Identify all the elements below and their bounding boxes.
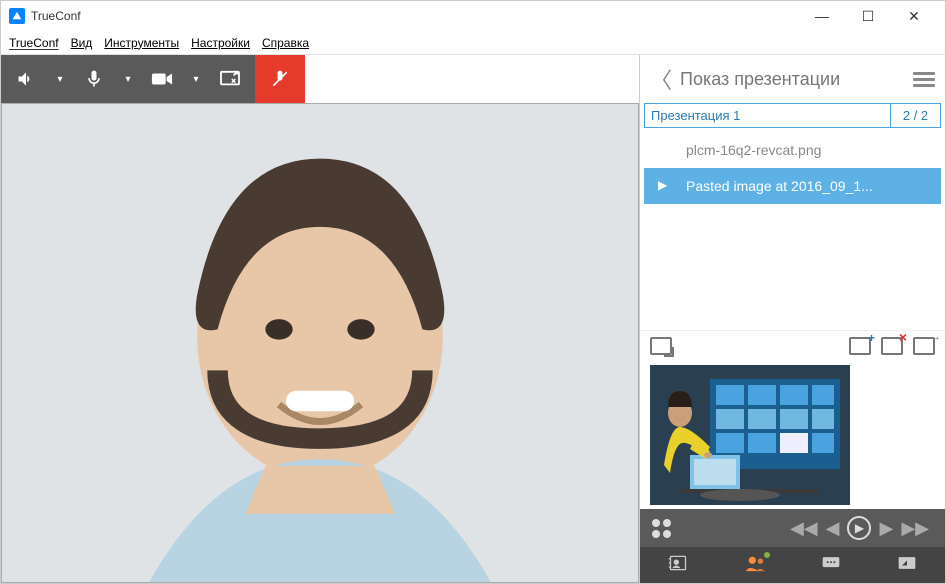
mic-caret[interactable]: ▾: [119, 55, 137, 103]
bottom-tabs: [640, 547, 945, 583]
menu-tools[interactable]: Инструменты: [104, 36, 179, 50]
camera-button[interactable]: [137, 55, 187, 103]
chat-icon: [821, 555, 841, 571]
presentation-selector[interactable]: Презентация 1 2 / 2: [644, 103, 941, 128]
expand-icon[interactable]: [650, 337, 672, 355]
maximize-button[interactable]: ☐: [845, 1, 891, 31]
export-image-icon[interactable]: [913, 337, 935, 355]
presentation-icon: [897, 555, 917, 571]
speaker-caret[interactable]: ▾: [51, 55, 69, 103]
menu-trueconf[interactable]: TrueConf: [9, 36, 59, 50]
share-button[interactable]: [205, 55, 255, 103]
close-button[interactable]: ✕: [891, 1, 937, 31]
preview-toolbar: [640, 330, 945, 361]
content-area: ▾ ▾ ▾: [1, 55, 945, 583]
camera-icon: [151, 71, 173, 87]
prev-slide-button[interactable]: ◀: [826, 518, 840, 539]
last-slide-button[interactable]: ▶▶: [901, 518, 929, 539]
menubar: TrueConf Вид Инструменты Настройки Справ…: [1, 31, 945, 55]
status-dot-icon: [764, 552, 770, 558]
hangup-icon: [270, 69, 290, 89]
presentation-panel: 〈 Показ презентации Презентация 1 2 / 2 …: [639, 55, 945, 583]
back-chevron-icon[interactable]: 〈: [650, 63, 672, 95]
call-toolbar: ▾ ▾ ▾: [1, 55, 639, 103]
menu-help[interactable]: Справка: [262, 36, 309, 50]
list-item[interactable]: Pasted image at 2016_09_1...: [644, 168, 941, 204]
remove-image-icon[interactable]: [881, 337, 903, 355]
playback-bar: ◀◀ ◀ ▶ ▶ ▶▶: [640, 509, 945, 547]
list-item[interactable]: plcm-16q2-revcat.png: [644, 132, 941, 168]
menu-view[interactable]: Вид: [71, 36, 93, 50]
self-video[interactable]: [1, 103, 639, 583]
first-slide-button[interactable]: ◀◀: [790, 518, 818, 539]
slide-preview[interactable]: [650, 365, 850, 505]
panel-header: 〈 Показ презентации: [640, 55, 945, 103]
toolbar-spacer: [305, 55, 639, 103]
tab-presentation[interactable]: [897, 555, 917, 576]
mic-icon: [84, 69, 104, 89]
app-icon: ⛰: [9, 8, 25, 24]
tab-chat[interactable]: [821, 555, 841, 576]
menu-settings[interactable]: Настройки: [191, 36, 250, 50]
slide-counter: 2 / 2: [890, 104, 940, 127]
share-screen-icon: [219, 70, 241, 88]
address-book-icon: [668, 554, 688, 572]
play-button[interactable]: ▶: [847, 516, 871, 540]
file-list: plcm-16q2-revcat.png Pasted image at 201…: [640, 132, 945, 204]
titlebar: ⛰ TrueConf — ☐ ✕: [1, 1, 945, 31]
video-panel: ▾ ▾ ▾: [1, 55, 639, 583]
speaker-button[interactable]: [1, 55, 51, 103]
window-controls: — ☐ ✕: [799, 1, 937, 31]
hangup-button[interactable]: [255, 55, 305, 103]
panel-title: Показ презентации: [680, 69, 905, 90]
tab-participants[interactable]: [744, 554, 766, 577]
panel-menu-icon[interactable]: [913, 69, 935, 90]
speaker-icon: [16, 69, 36, 89]
next-slide-button[interactable]: ▶: [879, 518, 893, 539]
presentation-name: Презентация 1: [645, 104, 890, 127]
add-image-icon[interactable]: [849, 337, 871, 355]
camera-caret[interactable]: ▾: [187, 55, 205, 103]
minimize-button[interactable]: —: [799, 1, 845, 31]
video-area: [1, 103, 639, 583]
participants-icon: [744, 554, 766, 572]
mic-button[interactable]: [69, 55, 119, 103]
window-title: TrueConf: [31, 9, 799, 23]
grid-view-icon[interactable]: [652, 519, 671, 538]
tab-address-book[interactable]: [668, 554, 688, 577]
